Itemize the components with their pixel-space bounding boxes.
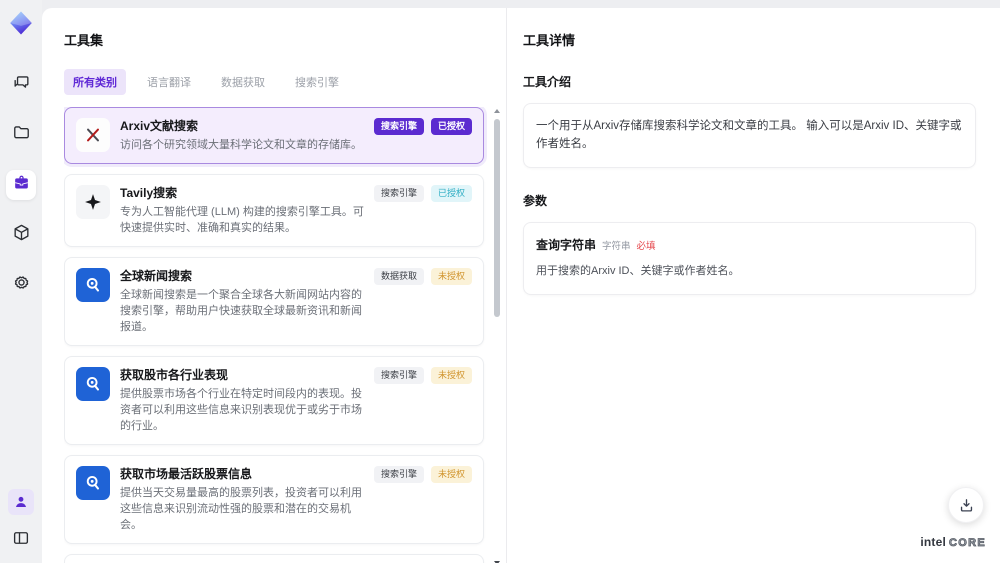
auth-status-badge: 未授权 xyxy=(430,367,472,384)
tool-description: 提供股票市场各个行业在特定时间段内的表现。投资者可以利用这些信息来识别表现优于或… xyxy=(120,388,362,432)
blue-search-icon xyxy=(76,466,110,500)
toolbox-icon xyxy=(12,173,31,197)
sidebar-item-settings[interactable] xyxy=(6,270,36,300)
tool-card[interactable]: 获取股市各行业表现提供股票市场各个行业在特定时间段内的表现。投资者可以利用这些信… xyxy=(64,356,484,445)
package-icon xyxy=(12,223,31,247)
star-icon xyxy=(76,185,110,219)
category-badge: 搜索引擎 xyxy=(373,118,424,135)
user-icon[interactable] xyxy=(8,489,34,515)
app-logo-icon xyxy=(8,10,34,36)
settings-icon xyxy=(12,273,31,297)
intel-wordmark: intel xyxy=(920,535,947,549)
auth-status-badge: 已授权 xyxy=(430,118,472,135)
tool-name: 全球新闻搜索 xyxy=(120,269,193,283)
param-name: 查询字符串 xyxy=(536,237,597,252)
scroll-up-icon[interactable] xyxy=(494,109,500,113)
tool-description: 访问各个研究领域大量科学论文和文章的存储库。 xyxy=(120,139,362,151)
tool-card[interactable]: Arxiv文献搜索访问各个研究领域大量科学论文和文章的存储库。 搜索引擎 已授权 xyxy=(64,107,484,164)
tool-description: 全球新闻搜索是一个聚合全球各大新闻网站内容的搜索引擎，帮助用户快速获取全球最新资… xyxy=(120,289,362,333)
category-badge: 搜索引擎 xyxy=(373,185,424,202)
param-box: 查询字符串 字符串 必填 用于搜索的Arxiv ID、关键字或作者姓名。 xyxy=(523,221,976,295)
sidebar-item-toolbox[interactable] xyxy=(6,170,36,200)
tool-card[interactable]: 获取市场最活跃股票信息提供当天交易量最高的股票列表，投资者可以利用这些信息来识别… xyxy=(64,455,484,544)
sidebar xyxy=(0,0,42,563)
intro-box: 一个用于从Arxiv存储库搜索科学论文和文章的工具。 输入可以是Arxiv ID… xyxy=(523,103,976,168)
scrollbar-thumb[interactable] xyxy=(494,119,500,317)
blue-search-icon xyxy=(76,367,110,401)
param-description: 用于搜索的Arxiv ID、关键字或作者姓名。 xyxy=(536,264,740,277)
tool-name: 获取市场最活跃股票信息 xyxy=(120,467,253,481)
intro-header: 工具介绍 xyxy=(523,75,572,89)
tool-card[interactable]: Tavily搜索专为人工智能代理 (LLM) 构建的搜索引擎工具。可快速提供实时… xyxy=(64,174,484,247)
category-badge: 数据获取 xyxy=(373,268,424,285)
category-badge: 搜索引擎 xyxy=(373,367,424,384)
params-header: 参数 xyxy=(523,193,548,208)
tool-card[interactable]: 全球新闻搜索全球新闻搜索是一个聚合全球各大新闻网站内容的搜索引擎，帮助用户快速获… xyxy=(64,257,484,346)
auth-status-badge: 已授权 xyxy=(430,185,472,202)
scrollbar[interactable] xyxy=(492,109,502,563)
tab-3[interactable]: 搜索引擎 xyxy=(286,69,348,95)
page-title: 工具集 xyxy=(64,33,104,48)
tools-panel: 工具集 所有类别 语言翻译 数据获取 搜索引擎 Arxiv文献搜索 访问各个研究领域大量… xyxy=(42,8,506,563)
chat-icon xyxy=(12,73,31,97)
sidebar-nav xyxy=(6,70,36,300)
main-surface: 工具集 所有类别 语言翻译 数据获取 搜索引擎 Arxiv文献搜索 访问各个研究领域大量… xyxy=(42,8,1000,563)
tool-description: 专为人工智能代理 (LLM) 构建的搜索引擎工具。可快速提供实时、准确和真实的结… xyxy=(120,206,364,234)
tool-name: Arxiv文献搜索 xyxy=(120,119,199,133)
category-badge: 搜索引擎 xyxy=(373,466,424,483)
param-required-badge: 必填 xyxy=(636,240,656,252)
tool-name: Tavily搜索 xyxy=(120,186,178,200)
tab-2[interactable]: 数据获取 xyxy=(212,69,274,95)
category-tabs: 所有类别 语言翻译 数据获取 搜索引擎 xyxy=(64,69,506,95)
auth-status-badge: 未授权 xyxy=(430,268,472,285)
core-wordmark: CORE xyxy=(949,537,986,550)
blue-search-icon xyxy=(76,268,110,302)
param-type: 字符串 xyxy=(602,240,631,252)
tab-0[interactable]: 所有类别 xyxy=(64,69,126,95)
tool-details-panel: 工具详情 工具介绍 一个用于从Arxiv存储库搜索科学论文和文章的工具。 输入可… xyxy=(506,8,1000,563)
tab-1[interactable]: 语言翻译 xyxy=(138,69,200,95)
panel-toggle-icon[interactable] xyxy=(8,525,34,551)
download-icon xyxy=(960,498,972,512)
tool-description: 提供当天交易量最高的股票列表，投资者可以利用这些信息来识别流动性强的股票和潜在的… xyxy=(120,487,362,531)
auth-status-badge: 未授权 xyxy=(430,466,472,483)
details-title: 工具详情 xyxy=(523,33,576,48)
tool-name: 获取股市各行业表现 xyxy=(120,368,229,382)
tool-card[interactable]: 万维地区新闻查询查询具体行政区划内的新闻，快速了解各地新闻动搜索引擎未授权 xyxy=(64,554,484,563)
folder-icon xyxy=(12,123,31,147)
sidebar-item-folder[interactable] xyxy=(6,120,36,150)
sidebar-item-package[interactable] xyxy=(6,220,36,250)
tool-list: Arxiv文献搜索 访问各个研究领域大量科学论文和文章的存储库。 搜索引擎 已授权 Ta… xyxy=(64,107,506,563)
sidebar-item-chat[interactable] xyxy=(6,70,36,100)
arxiv-logo-icon xyxy=(76,118,110,152)
intel-core-logo: intel CORE xyxy=(920,535,986,549)
download-button[interactable] xyxy=(948,487,984,523)
